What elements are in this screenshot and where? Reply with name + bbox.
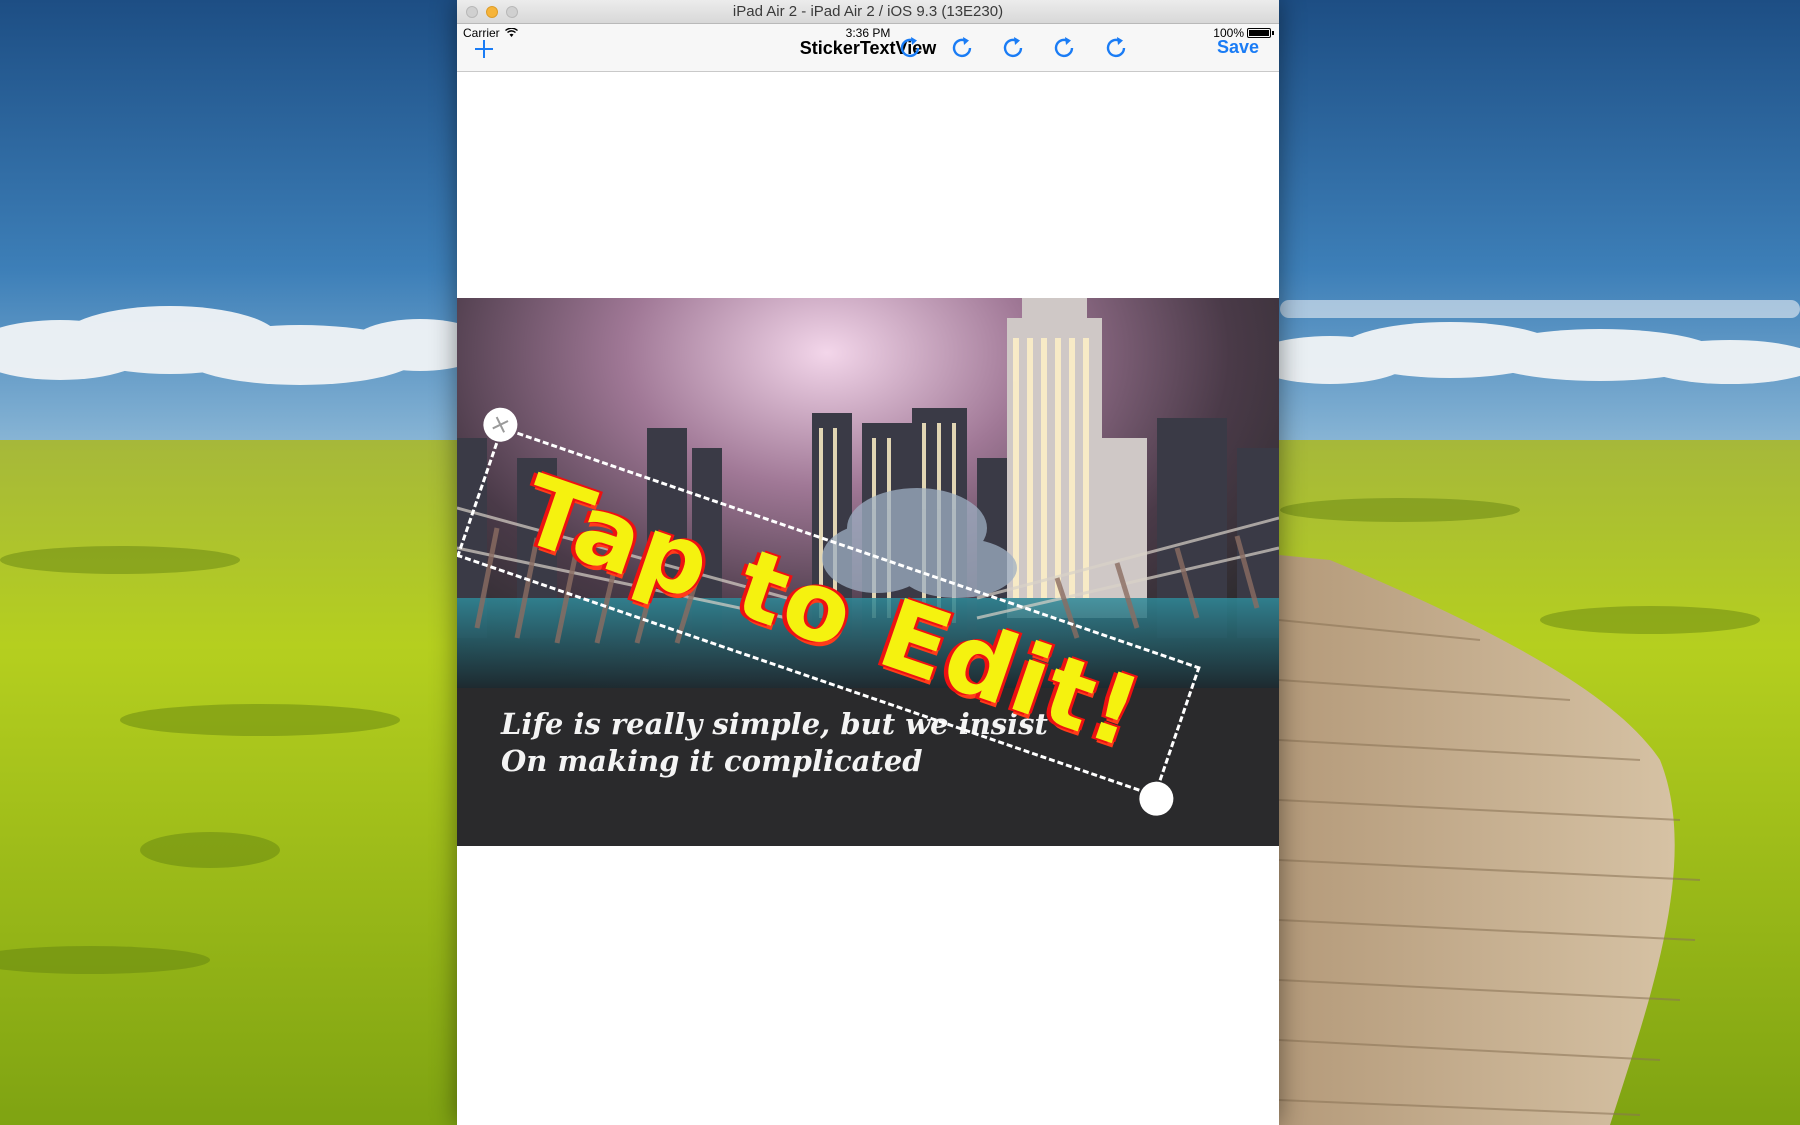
simulator-window: iPad Air 2 - iPad Air 2 / iOS 9.3 (13E23… (457, 0, 1279, 1125)
quote-line-2: On making it complicated (501, 744, 923, 778)
save-button[interactable]: Save (1217, 37, 1259, 58)
close-icon (492, 416, 509, 433)
nav-title: StickerTextView (799, 38, 937, 58)
zoom-window-button[interactable] (506, 6, 518, 18)
edit-canvas[interactable]: Life is really simple, but we insist On … (457, 298, 1279, 846)
redo-icon[interactable] (1104, 35, 1130, 61)
window-titlebar[interactable]: iPad Air 2 - iPad Air 2 / iOS 9.3 (13E23… (457, 0, 1279, 24)
minimize-window-button[interactable] (486, 6, 498, 18)
window-title: iPad Air 2 - iPad Air 2 / iOS 9.3 (13E23… (732, 3, 1004, 20)
redo-icon[interactable] (1001, 35, 1027, 61)
close-window-button[interactable] (466, 6, 478, 18)
navigation-bar: Carrier 3:36 PM 100% StickerTextView Sav… (457, 24, 1279, 72)
redo-icon[interactable] (898, 35, 924, 61)
redo-icon[interactable] (950, 35, 976, 61)
redo-icon[interactable] (1052, 35, 1078, 61)
